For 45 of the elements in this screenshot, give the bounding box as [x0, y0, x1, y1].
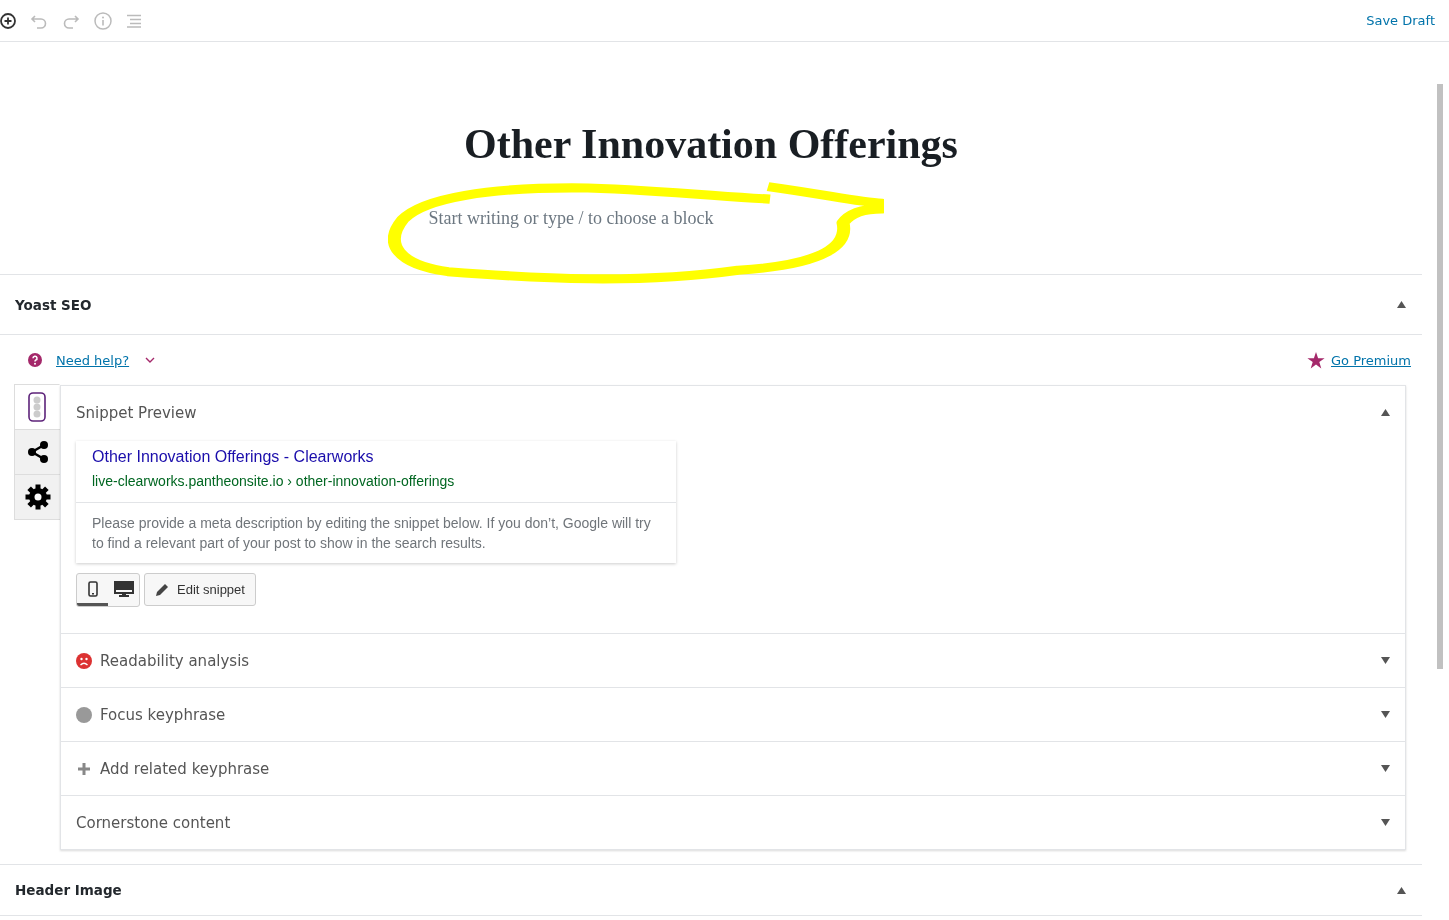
phone-icon [87, 580, 98, 597]
settings-icon [24, 484, 51, 510]
collapse-toggle-icon[interactable] [1397, 301, 1406, 308]
section-title: Cornerstone content [76, 813, 232, 832]
expand-toggle-icon[interactable] [1381, 765, 1390, 772]
side-tab[interactable] [14, 474, 60, 520]
share-icon [25, 440, 50, 464]
scrollbar[interactable] [1437, 84, 1443, 669]
need-help-link[interactable]: Need help? [56, 352, 130, 368]
side-tab[interactable] [14, 384, 60, 430]
expand-toggle-icon[interactable] [1381, 409, 1390, 416]
pencil-icon [155, 582, 169, 597]
section-header[interactable]: Snippet Preview [61, 386, 1405, 439]
post-title[interactable]: Other Innovation Offerings [464, 120, 958, 168]
section-header[interactable]: Focus keyphrase [61, 688, 1405, 741]
help-icon[interactable] [28, 353, 42, 367]
monitor-icon [113, 580, 134, 597]
star-icon [1307, 351, 1325, 369]
add-block-icon[interactable] [0, 12, 16, 29]
traffic-light-icon [28, 392, 46, 422]
section-header[interactable]: Add related keyphrase [61, 742, 1405, 795]
snippet-description: Please provide a meta description by editing the snippet below. If you don’t, Google will try to find a relevant part of your post to show in the search results. [91, 514, 652, 553]
expand-toggle-icon[interactable] [1381, 711, 1390, 718]
save-draft-link[interactable]: Save Draft [1366, 13, 1435, 28]
go-premium-link[interactable]: Go Premium [1331, 352, 1411, 368]
snippet-url: live-clearworks.pantheonsite.io › other-innovation-offerings [92, 473, 455, 489]
expand-toggle-icon[interactable] [1381, 657, 1390, 664]
expand-toggle-icon[interactable] [1381, 819, 1390, 826]
snippet-title[interactable]: Other Innovation Offerings - Clearworks [92, 448, 660, 466]
section-title: Snippet Preview [76, 403, 198, 422]
section-header[interactable]: Readability analysis [61, 634, 1405, 687]
section-title: Readability analysis [100, 651, 251, 670]
section-title: Add related keyphrase [100, 759, 271, 778]
collapse-toggle-icon[interactable] [1397, 886, 1406, 894]
metabox-title: Header Image [15, 882, 122, 898]
section-header[interactable]: Cornerstone content [61, 796, 1405, 849]
status-dot-icon [76, 706, 92, 723]
block-placeholder[interactable]: Start writing or type / to choose a block [428, 208, 714, 229]
edit-snippet-button[interactable]: Edit snippet [144, 573, 256, 606]
sad-face-icon [76, 652, 92, 669]
plus-icon [76, 760, 92, 777]
chevron-down-icon[interactable] [145, 356, 156, 364]
side-tab[interactable] [14, 429, 60, 475]
section-title: Focus keyphrase [100, 705, 227, 724]
metabox-title: Yoast SEO [15, 296, 92, 313]
